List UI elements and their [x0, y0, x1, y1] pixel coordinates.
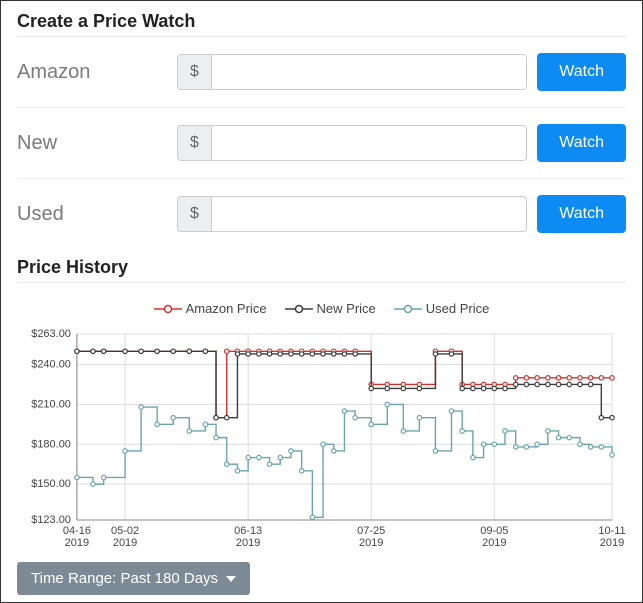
- svg-text:$210.00: $210.00: [31, 398, 71, 410]
- svg-text:09-05: 09-05: [480, 525, 508, 537]
- price-history-title: Price History: [17, 257, 626, 278]
- price-input-amazon[interactable]: [211, 54, 527, 90]
- svg-text:04-16: 04-16: [63, 525, 91, 537]
- watch-label: Amazon: [17, 61, 167, 84]
- svg-text:2019: 2019: [359, 537, 383, 549]
- price-input-group: $: [177, 196, 527, 232]
- legend-item: Amazon Price: [154, 301, 267, 316]
- create-watch-title: Create a Price Watch: [17, 11, 626, 32]
- svg-text:2019: 2019: [236, 537, 260, 549]
- watch-button-used[interactable]: Watch: [537, 195, 626, 233]
- svg-text:2019: 2019: [482, 537, 506, 549]
- legend-label: New Price: [317, 301, 376, 316]
- legend-marker-icon: [394, 303, 422, 315]
- chevron-down-icon: [226, 576, 236, 582]
- svg-text:$240.00: $240.00: [31, 359, 71, 371]
- legend-item: New Price: [285, 301, 376, 316]
- svg-text:06-13: 06-13: [234, 525, 262, 537]
- watch-row-used: Used $ Watch: [17, 179, 626, 249]
- price-input-used[interactable]: [211, 196, 527, 232]
- currency-prefix: $: [177, 196, 211, 232]
- legend-label: Used Price: [426, 301, 490, 316]
- watch-row-amazon: Amazon $ Watch: [17, 37, 626, 108]
- currency-prefix: $: [177, 54, 211, 90]
- watch-label: Used: [17, 203, 167, 226]
- svg-text:$180.00: $180.00: [31, 438, 71, 450]
- price-input-group: $: [177, 54, 527, 90]
- svg-text:2019: 2019: [65, 537, 89, 549]
- time-range-label: Time Range: Past 180 Days: [31, 570, 218, 587]
- currency-prefix: $: [177, 125, 211, 161]
- svg-text:10-11: 10-11: [598, 525, 625, 537]
- svg-text:2019: 2019: [600, 537, 624, 549]
- watch-button-amazon[interactable]: Watch: [537, 53, 626, 91]
- watch-row-new: New $ Watch: [17, 108, 626, 179]
- legend-item: Used Price: [394, 301, 490, 316]
- watch-label: New: [17, 132, 167, 155]
- svg-text:$150.00: $150.00: [31, 478, 71, 490]
- svg-text:$263.00: $263.00: [31, 328, 71, 340]
- price-history-chart: $263.00$240.00$210.00$180.00$150.00$123.…: [17, 324, 626, 554]
- price-input-new[interactable]: [211, 125, 527, 161]
- legend-label: Amazon Price: [186, 301, 267, 316]
- legend-marker-icon: [285, 303, 313, 315]
- svg-text:05-02: 05-02: [111, 525, 139, 537]
- svg-text:07-25: 07-25: [357, 525, 385, 537]
- watch-button-new[interactable]: Watch: [537, 124, 626, 162]
- price-input-group: $: [177, 125, 527, 161]
- time-range-dropdown[interactable]: Time Range: Past 180 Days: [17, 562, 250, 595]
- svg-text:2019: 2019: [113, 537, 137, 549]
- legend-marker-icon: [154, 303, 182, 315]
- divider: [17, 282, 626, 283]
